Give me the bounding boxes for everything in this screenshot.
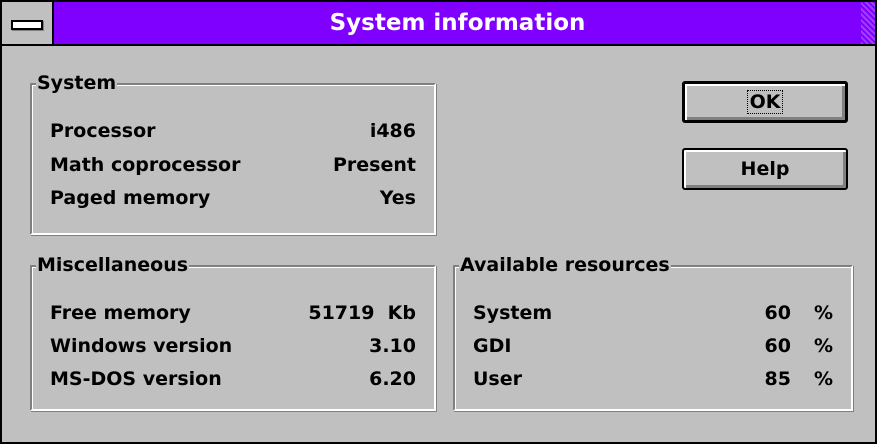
- math-coprocessor-value: Present: [333, 154, 416, 176]
- help-button[interactable]: Help: [682, 148, 848, 190]
- user-resources-value: 85: [764, 368, 791, 390]
- free-memory-label: Free memory: [50, 302, 191, 324]
- system-group-label: System: [36, 71, 118, 95]
- gdi-resources-label: GDI: [473, 335, 512, 357]
- processor-value: i486: [369, 120, 416, 142]
- system-group: System Processor i486 Math coprocessor P…: [30, 71, 436, 235]
- available-resources-group-label: Available resources: [459, 253, 671, 277]
- free-memory-row: Free memory 51719 Kb: [50, 298, 416, 328]
- help-button-label: Help: [740, 158, 790, 180]
- user-resources-unit: %: [813, 368, 833, 390]
- ms-dos-version-row: MS-DOS version 6.20: [50, 364, 416, 394]
- system-information-dialog: System information System Processor i486…: [0, 0, 877, 444]
- miscellaneous-group-label: Miscellaneous: [36, 253, 190, 277]
- system-resources-row: System 60 %: [473, 298, 833, 328]
- windows-version-label: Windows version: [50, 335, 233, 357]
- title-bar-edge: [861, 2, 875, 44]
- gdi-resources-row: GDI 60 %: [473, 331, 833, 361]
- system-resources-label: System: [473, 302, 553, 324]
- processor-row: Processor i486: [50, 116, 416, 146]
- windows-version-row: Windows version 3.10: [50, 331, 416, 361]
- ms-dos-version-label: MS-DOS version: [50, 368, 222, 390]
- window-title: System information: [54, 2, 861, 44]
- ok-button-label: OK: [746, 90, 784, 114]
- paged-memory-value: Yes: [379, 187, 416, 209]
- ms-dos-version-value: 6.20: [369, 368, 416, 390]
- system-menu-button[interactable]: [2, 2, 54, 44]
- processor-label: Processor: [50, 120, 156, 142]
- system-menu-bar-icon: [11, 20, 43, 30]
- paged-memory-label: Paged memory: [50, 187, 211, 209]
- ok-button[interactable]: OK: [682, 81, 848, 123]
- user-resources-label: User: [473, 368, 522, 390]
- math-coprocessor-label: Math coprocessor: [50, 154, 241, 176]
- free-memory-value: 51719 Kb: [308, 302, 416, 324]
- windows-version-value: 3.10: [369, 335, 416, 357]
- title-bar: System information: [2, 2, 875, 46]
- system-resources-value: 60: [764, 302, 791, 324]
- gdi-resources-value: 60: [764, 335, 791, 357]
- gdi-resources-unit: %: [813, 335, 833, 357]
- available-resources-group: Available resources System 60 % GDI 60 %…: [453, 253, 853, 411]
- paged-memory-row: Paged memory Yes: [50, 183, 416, 213]
- miscellaneous-group: Miscellaneous Free memory 51719 Kb Windo…: [30, 253, 436, 411]
- system-resources-unit: %: [813, 302, 833, 324]
- user-resources-row: User 85 %: [473, 364, 833, 394]
- math-coprocessor-row: Math coprocessor Present: [50, 150, 416, 180]
